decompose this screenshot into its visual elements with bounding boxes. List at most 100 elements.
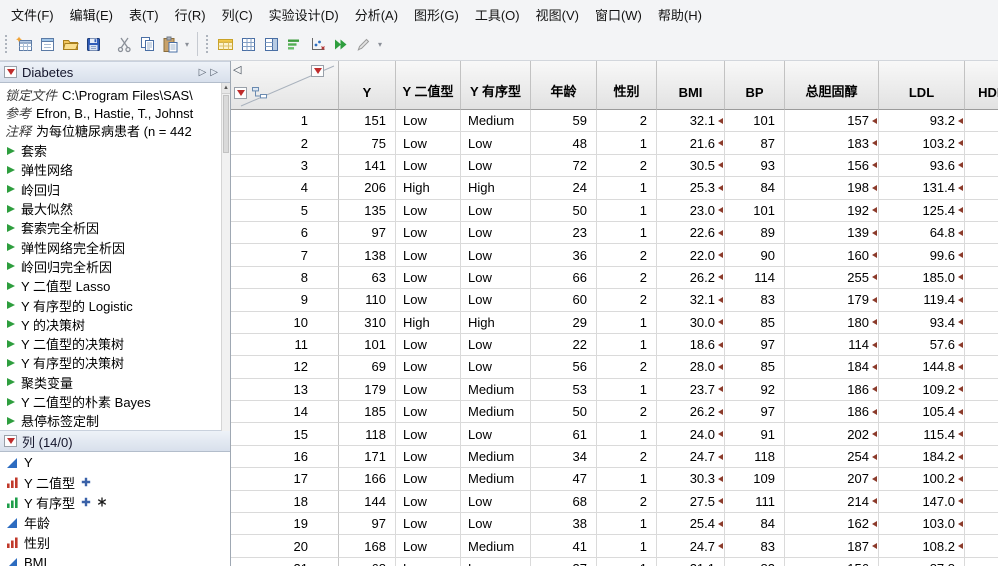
script-item[interactable]: Y 二值型的朴素 Bayes [0,392,230,411]
data-cell[interactable]: 1 [597,557,657,566]
data-cell[interactable]: 84 [725,513,785,536]
data-cell[interactable]: Medium [461,468,531,491]
data-cell[interactable]: Medium [461,378,531,402]
data-cell[interactable]: 30.3 [657,468,725,491]
data-cell[interactable]: 53 [531,378,597,402]
data-cell[interactable]: 23.7 [657,378,725,402]
data-cell[interactable]: Low [461,132,531,155]
data-cell[interactable]: 1 [597,311,657,334]
script-item[interactable]: 岭回归完全析因 [0,257,230,276]
menu-item[interactable]: 文件(F) [3,0,62,29]
script-item[interactable]: Y 的决策树 [0,315,230,334]
data-cell[interactable]: 22.6 [657,221,725,245]
data-cell[interactable]: 1 [597,378,657,402]
data-cell[interactable]: Low [461,266,531,290]
data-cell[interactable]: 25.3 [657,177,725,200]
data-cell[interactable]: High [396,311,461,334]
data-cell[interactable]: 89 [725,221,785,245]
data-cell[interactable]: 69 [339,356,396,379]
script-item[interactable]: 套索完全析因 [0,218,230,237]
data-cell[interactable]: 61 [531,423,597,446]
data-cell[interactable]: 162 [785,513,879,536]
data-cell[interactable]: 151 [339,110,396,133]
script-item[interactable]: Y 二值型的决策树 [0,334,230,353]
row-number-cell[interactable]: 8 [231,266,339,290]
data-cell[interactable]: 37 [531,557,597,566]
data-cell[interactable]: 18.6 [657,333,725,357]
data-cell[interactable]: 214 [785,490,879,514]
toolbar-overflow-icon[interactable]: ▾ [185,40,189,49]
data-cell[interactable]: 125.4 [879,199,965,222]
data-cell[interactable]: 93 [725,154,785,178]
script-item[interactable]: 最大似然 [0,199,230,218]
data-cell[interactable]: 38 [531,513,597,536]
script-item[interactable]: Y 有序型的 Logistic [0,295,230,314]
data-cell[interactable]: 183 [785,132,879,155]
menu-item[interactable]: 分析(A) [347,0,406,29]
data-cell[interactable]: 144.8 [879,356,965,379]
data-cell[interactable] [965,423,998,446]
data-cell[interactable]: 91 [725,423,785,446]
data-cell[interactable]: 186 [785,378,879,402]
data-cell[interactable]: Low [396,154,461,178]
menu-item[interactable]: 图形(G) [406,0,467,29]
menu-item[interactable]: 帮助(H) [650,0,710,29]
data-cell[interactable]: 47 [531,468,597,491]
data-cell[interactable]: 2 [597,289,657,312]
data-cell[interactable]: 83 [725,535,785,558]
data-cell[interactable]: 93.4 [879,311,965,334]
row-number-cell[interactable]: 7 [231,244,339,267]
paste-icon[interactable] [159,33,182,56]
data-cell[interactable]: 28.0 [657,356,725,379]
data-cell[interactable]: 24 [531,177,597,200]
data-cell[interactable]: Low [461,289,531,312]
data-cell[interactable]: 2 [597,445,657,469]
data-cell[interactable]: 179 [785,289,879,312]
data-cell[interactable]: 185.0 [879,266,965,290]
data-cell[interactable]: 103.0 [879,513,965,536]
data-cell[interactable]: Low [461,333,531,357]
data-cell[interactable]: 156 [785,557,879,566]
data-cell[interactable]: 168 [339,535,396,558]
data-cell[interactable]: 114 [725,266,785,290]
data-cell[interactable]: 24.7 [657,445,725,469]
data-cell[interactable]: Low [396,557,461,566]
data-cell[interactable]: High [461,177,531,200]
sidebar-scrollbar[interactable]: ▲ [221,83,230,431]
data-cell[interactable]: 68 [339,557,396,566]
data-cell[interactable]: 97 [725,333,785,357]
column-header[interactable]: Y 有序型 [461,61,531,110]
data-cell[interactable]: 131.4 [879,177,965,200]
data-cell[interactable]: 101 [725,199,785,222]
data-cell[interactable]: 50 [531,401,597,424]
data-cell[interactable]: Low [396,110,461,133]
data-cell[interactable]: 48 [531,132,597,155]
column-item[interactable]: Y [0,452,230,472]
row-number-cell[interactable]: 15 [231,423,339,446]
data-cell[interactable] [965,535,998,558]
data-cell[interactable]: Medium [461,401,531,424]
data-cell[interactable]: 115.4 [879,423,965,446]
data-cell[interactable] [965,378,998,402]
data-cell[interactable]: 166 [339,468,396,491]
column-header[interactable]: 总胆固醇 [785,61,879,110]
data-cell[interactable]: 99.6 [879,244,965,267]
data-cell[interactable]: 1 [597,177,657,200]
data-cell[interactable]: 2 [597,356,657,379]
table-red-triangle-menu-button[interactable] [4,66,17,78]
new-data-table-icon[interactable] [13,33,36,56]
menu-item[interactable]: 列(C) [214,0,261,29]
data-cell[interactable]: 84 [725,177,785,200]
data-cell[interactable]: 114 [785,333,879,357]
data-cell[interactable]: 64.8 [879,221,965,245]
data-cell[interactable]: 41 [531,535,597,558]
data-cell[interactable]: Low [396,289,461,312]
column-header[interactable]: LDL [879,61,965,110]
data-cell[interactable]: 156 [785,154,879,178]
data-cell[interactable]: 83 [725,289,785,312]
data-cell[interactable]: Low [396,378,461,402]
row-number-cell[interactable]: 19 [231,513,339,536]
data-cell[interactable] [965,445,998,469]
data-cell[interactable]: Low [461,490,531,514]
row-number-cell[interactable]: 12 [231,356,339,379]
